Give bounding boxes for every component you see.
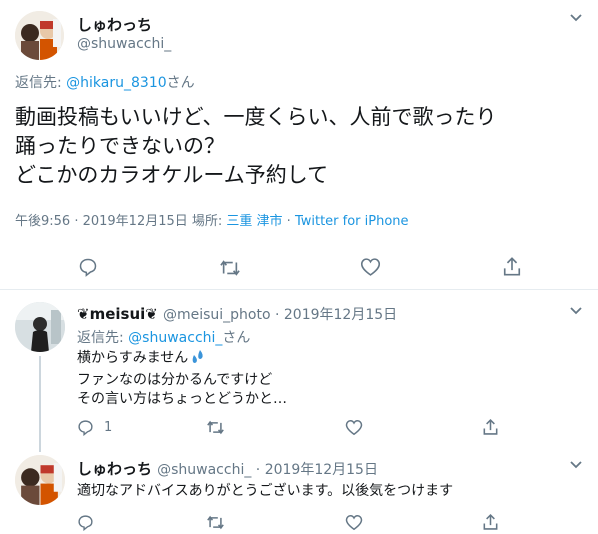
share-icon[interactable] [482, 418, 499, 436]
chevron-down-icon[interactable] [569, 305, 583, 320]
reply-count: 1 [104, 420, 113, 435]
reply-to-link[interactable]: @shuwacchi_ [128, 330, 222, 346]
reply-icon[interactable] [78, 257, 98, 277]
display-name[interactable]: しゅわっち [77, 14, 152, 35]
meta-separator: · [282, 214, 295, 229]
divider [0, 289, 598, 290]
reply-header: しゅわっち @shuwacchi_ · 2019年12月15日 [77, 458, 378, 479]
display-name[interactable]: ❦meisui❦ [77, 305, 158, 323]
source-link[interactable]: Twitter for iPhone [295, 214, 409, 229]
share-icon[interactable] [502, 256, 522, 277]
chevron-down-icon[interactable] [569, 12, 583, 27]
like-icon[interactable] [345, 514, 363, 531]
avatar[interactable] [15, 11, 64, 60]
tweet-text-line: その言い方はちょっとどうかと… [77, 391, 287, 407]
handle[interactable]: @shuwacchi_ [77, 36, 171, 52]
avatar[interactable] [15, 455, 65, 505]
meta-separator: · [270, 307, 284, 323]
retweet-icon[interactable] [206, 419, 225, 436]
thread-line [39, 356, 41, 452]
reply-header: ❦meisui❦ @meisui_photo · 2019年12月15日 [77, 304, 397, 324]
tweet-text: 動画投稿もいいけど、一度くらい、人前で歌ったり 踊ったりできないの？ どこかのカ… [15, 103, 497, 190]
tweet-text-line: 横からすみません [77, 350, 189, 366]
meta-separator: · [251, 462, 265, 478]
display-name[interactable]: しゅわっち [77, 460, 152, 478]
sweat-drops-icon [190, 349, 206, 371]
retweet-icon[interactable] [206, 514, 225, 531]
reply-context: 返信先: @shuwacchi_さん [77, 327, 250, 347]
location-link[interactable]: 三重 津市 [226, 214, 282, 229]
tweet-text-line: どこかのカラオケルーム予約して [15, 163, 329, 187]
retweet-icon[interactable] [219, 258, 241, 278]
tweet-text-line: 踊ったりできないの？ [15, 134, 225, 158]
reply-context: 返信先: @hikaru_8310さん [15, 72, 195, 92]
reply-to-link[interactable]: @hikaru_8310 [66, 75, 166, 91]
handle[interactable]: @meisui_photo [163, 307, 271, 323]
chevron-down-icon[interactable] [569, 459, 583, 474]
tweet-text-line: 適切なアドバイスありがとうございます。以後気をつけます [77, 483, 454, 499]
reply-icon[interactable] [77, 514, 94, 531]
tweet-meta: 午後9:56 · 2019年12月15日 場所: 三重 津市 · Twitter… [15, 210, 409, 229]
tweet-timestamp[interactable]: 午後9:56 · 2019年12月15日 場所: [15, 214, 226, 229]
reply-prefix: 返信先: [77, 330, 129, 346]
reply-icon[interactable] [77, 419, 94, 436]
reply-date[interactable]: 2019年12月15日 [265, 462, 378, 478]
share-icon[interactable] [482, 513, 499, 531]
reply-prefix: 返信先: [15, 75, 67, 91]
tweet-text-line: 動画投稿もいいけど、一度くらい、人前で歌ったり [15, 105, 497, 129]
like-icon[interactable] [345, 419, 363, 436]
reply-suffix: さん [222, 330, 251, 346]
reply-date[interactable]: 2019年12月15日 [284, 307, 397, 323]
handle[interactable]: @shuwacchi_ [157, 462, 251, 478]
tweet-text: 適切なアドバイスありがとうございます。以後気をつけます [77, 482, 453, 501]
tweet-text-line: ファンなのは分かるんですけど [77, 372, 273, 388]
reply-suffix: さん [166, 75, 195, 91]
tweet-text: 横からすみません ファンなのは分かるんですけど その言い方はちょっとどうかと… [77, 349, 287, 409]
avatar[interactable] [15, 302, 65, 352]
like-icon[interactable] [360, 257, 381, 277]
